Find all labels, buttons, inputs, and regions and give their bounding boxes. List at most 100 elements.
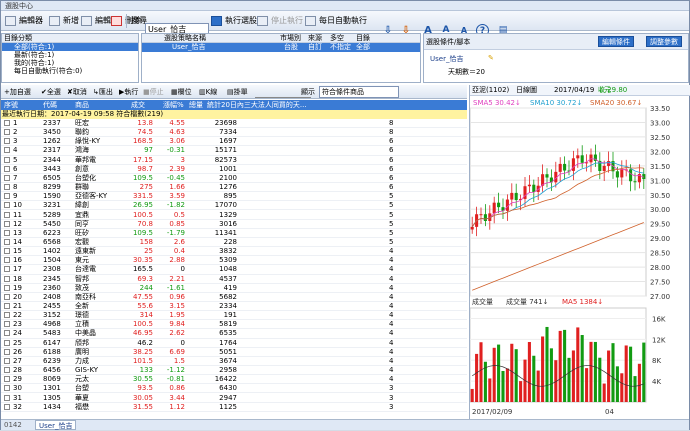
- pencil-icon[interactable]: ✎: [488, 54, 494, 62]
- row-checkbox[interactable]: [4, 312, 10, 319]
- export-button[interactable]: ↳匯出: [93, 86, 113, 98]
- stop-grid-button[interactable]: ■停止: [143, 86, 164, 98]
- execute-button[interactable]: ▶執行: [119, 86, 138, 98]
- row-checkbox[interactable]: [4, 174, 10, 181]
- kline-button[interactable]: ▥K線: [199, 86, 217, 98]
- bottom-tab-user[interactable]: User_恰吉: [35, 420, 77, 430]
- row-checkbox[interactable]: [4, 284, 10, 291]
- table-row[interactable]: 10 3231 緯創 26.95 -1.82 17070 5: [1, 201, 467, 211]
- edit-button[interactable]: 編輯: [79, 13, 111, 29]
- row-checkbox[interactable]: [4, 348, 10, 355]
- row-checkbox[interactable]: [4, 229, 10, 236]
- new-button[interactable]: 新增: [47, 13, 79, 29]
- table-row[interactable]: 26 6188 廣明 38.25 6.69 5051 4: [1, 348, 467, 357]
- table-row[interactable]: 16 1504 東元 30.35 2.88 5309 4: [1, 256, 467, 266]
- category-item-latest[interactable]: 最新(符合:1): [2, 51, 138, 59]
- row-checkbox[interactable]: [4, 120, 10, 126]
- table-row[interactable]: 22 3152 璟德 314 1.95 191 4: [1, 311, 467, 321]
- category-item-daily[interactable]: 每日自動執行(符合:0): [2, 67, 138, 75]
- table-row[interactable]: 12 5450 同亨 70.8 0.85 3016 5: [1, 220, 467, 229]
- table-row[interactable]: 15 1402 遠東新 25 0.4 3832 4: [1, 247, 467, 257]
- table-row[interactable]: 25 6147 頎邦 46.2 0 1764 4: [1, 339, 467, 348]
- table-cell: 台塑化: [75, 173, 96, 182]
- row-checkbox[interactable]: [4, 220, 10, 227]
- candlestick-chart[interactable]: SMA5 30.42↓ SMA10 30.72↓ SMA20 30.67↓ 33.50…: [470, 96, 690, 418]
- row-checkbox[interactable]: [4, 184, 10, 191]
- table-row[interactable]: 20 2408 南亞科 47.55 0.96 5682 4: [1, 293, 467, 302]
- order-button[interactable]: ▤掛單: [227, 86, 248, 98]
- row-checkbox[interactable]: [4, 275, 10, 282]
- table-row[interactable]: 30 1301 台塑 93.5 0.86 6430 3: [1, 384, 467, 394]
- table-row[interactable]: 23 4968 立積 100.5 9.84 5819 4: [1, 320, 467, 330]
- table-row[interactable]: 29 8069 元太 30.55 -0.81 16422 4: [1, 375, 467, 385]
- run-info-bar: 最近執行日期：2017-04-19 09:58 符合檔數(219): [1, 110, 467, 119]
- row-checkbox[interactable]: [4, 330, 10, 337]
- table-row[interactable]: 19 2360 致茂 244 -1.61 419 4: [1, 284, 467, 293]
- add-watchlist-button[interactable]: +加自選: [4, 86, 31, 98]
- row-checkbox[interactable]: [4, 202, 10, 209]
- row-checkbox[interactable]: [4, 376, 10, 383]
- row-checkbox[interactable]: [4, 165, 10, 172]
- table-row[interactable]: 32 1434 福懋 31.55 1.12 1125 3: [1, 403, 467, 412]
- strategy-row[interactable]: User_恰吉 台股 自訂 不指定 全部: [142, 43, 420, 52]
- daily-run-button[interactable]: 每日自動執行: [303, 13, 367, 29]
- table-row[interactable]: 1 2337 旺宏 13.8 4.55 23698 8: [1, 119, 467, 129]
- table-row[interactable]: 14 6568 宏觀 158 2.6 228 5: [1, 238, 467, 248]
- run-button[interactable]: 執行選股: [209, 13, 257, 29]
- table-cell: 13: [13, 228, 22, 237]
- row-checkbox[interactable]: [4, 357, 10, 364]
- table-row[interactable]: 17 2308 台達電 165.5 0 1048 4: [1, 265, 467, 275]
- row-checkbox[interactable]: [4, 211, 10, 218]
- row-checkbox[interactable]: [4, 403, 10, 410]
- table-row[interactable]: 5 2344 華邦電 17.15 3 82573 6: [1, 156, 467, 165]
- volume-bar: [532, 355, 536, 402]
- row-checkbox[interactable]: [4, 156, 10, 163]
- table-row[interactable]: 3 1262 綠悅-KY 168.5 3.06 1697 6: [1, 137, 467, 147]
- row-checkbox[interactable]: [4, 367, 10, 374]
- table-cell: 智邦: [75, 274, 89, 283]
- editor-button[interactable]: 編輯器: [3, 13, 43, 29]
- row-checkbox[interactable]: [4, 339, 10, 346]
- columns-button[interactable]: ▦欄位: [171, 86, 192, 98]
- price-tick-label: 28.50: [650, 250, 670, 258]
- table-row[interactable]: 31 1305 華夏 30.05 3.44 2947 3: [1, 394, 467, 403]
- table-row[interactable]: 24 5483 中美晶 46.95 2.62 6535 4: [1, 329, 467, 339]
- row-checkbox[interactable]: [4, 129, 10, 136]
- table-row[interactable]: 7 6505 台塑化 109.5 -0.45 2100 6: [1, 173, 467, 184]
- row-checkbox[interactable]: [4, 257, 10, 264]
- table-row[interactable]: 11 5289 宜鼎 100.5 0.5 1329 5: [1, 211, 467, 220]
- display-filter-select[interactable]: 符合條件商品: [319, 86, 399, 98]
- row-checkbox[interactable]: [4, 303, 10, 309]
- table-row[interactable]: 21 2455 全新 55.6 3.15 2334 4: [1, 302, 467, 312]
- table-row[interactable]: 27 6239 力成 101.5 1.5 3674 4: [1, 357, 467, 367]
- row-checkbox[interactable]: [4, 293, 10, 300]
- table-header: 序號 代碼 商品 成交 漲幅% 總量 統計20日內三大法人同買的天...: [1, 100, 467, 110]
- adjust-params-button[interactable]: 調整參數: [646, 36, 682, 47]
- table-row[interactable]: 6 3443 創意 98.7 2.39 1001 6: [1, 165, 467, 174]
- table-row[interactable]: 18 2345 智邦 69.3 2.21 4537 4: [1, 275, 467, 284]
- row-checkbox[interactable]: [4, 248, 10, 255]
- table-cell: 5819: [219, 320, 237, 329]
- cancel-button[interactable]: ✘取消: [67, 86, 87, 98]
- row-checkbox[interactable]: [4, 193, 10, 200]
- table-row[interactable]: 9 1590 亞德客-KY 331.5 3.59 895 5: [1, 192, 467, 202]
- table-row[interactable]: 28 6456 GIS-KY 133 -1.12 2958 4: [1, 366, 467, 376]
- stop-button[interactable]: 停止執行: [255, 13, 303, 29]
- row-checkbox[interactable]: [4, 394, 10, 401]
- row-checkbox[interactable]: [4, 321, 10, 328]
- table-row[interactable]: 8 8299 群聯 275 1.66 1276 6: [1, 183, 467, 193]
- table-cell: 5450: [43, 219, 61, 228]
- category-item-all[interactable]: 全部(符合:1): [2, 43, 138, 51]
- row-checkbox[interactable]: [4, 147, 10, 154]
- table-row[interactable]: 4 2317 鴻海 97 -0.31 15171 6: [1, 146, 467, 156]
- row-checkbox[interactable]: [4, 238, 10, 245]
- chart-period[interactable]: 日線圖: [516, 85, 537, 96]
- table-row[interactable]: 13 6223 旺矽 109.5 -1.79 11341 5: [1, 229, 467, 238]
- table-row[interactable]: 2 3450 聯鈞 74.5 4.63 7334 8: [1, 128, 467, 138]
- row-checkbox[interactable]: [4, 385, 10, 392]
- select-all-button[interactable]: ✔全選: [41, 86, 61, 98]
- category-item-mine[interactable]: 我的(符合:1): [2, 59, 138, 67]
- row-checkbox[interactable]: [4, 266, 10, 273]
- row-checkbox[interactable]: [4, 138, 10, 145]
- edit-condition-button[interactable]: 編輯條件: [598, 36, 634, 47]
